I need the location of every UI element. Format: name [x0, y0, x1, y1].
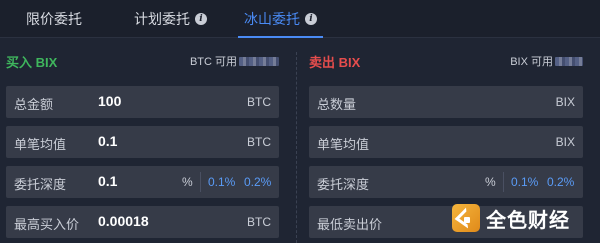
field-label: 委托深度 [317, 177, 370, 192]
divider [503, 172, 504, 192]
field-label: 单笔均值 [317, 137, 370, 152]
field-label: 委托深度 [14, 177, 67, 192]
masked-balance [555, 56, 583, 66]
buy-title: 买入 BIX [6, 55, 58, 70]
panel-divider [296, 52, 297, 243]
tab-label: 计划委托 [134, 11, 190, 27]
tab-plan-order[interactable]: 计划委托 i [134, 0, 207, 38]
masked-balance [239, 56, 279, 66]
order-type-tabs: 限价委托 计划委托 i 冰山委托 i [0, 0, 600, 38]
watermark-text: 全色财经 [486, 209, 570, 232]
quick-depth-0-2-button[interactable]: 0.2% [547, 175, 574, 189]
field-unit: % [182, 175, 193, 189]
btc-available: BTC 可用 [190, 53, 279, 69]
avg-per-order-input[interactable]: 单笔均值 BIX [309, 126, 583, 158]
field-value: 0.00018 [98, 213, 149, 229]
field-label: 最高买入价 [14, 217, 80, 232]
max-buy-price-input[interactable]: 最高买入价 0.00018 BTC [6, 206, 279, 238]
field-label: 总金额 [14, 97, 54, 112]
quick-depth-0-2-button[interactable]: 0.2% [244, 175, 271, 189]
field-unit: BIX [555, 135, 575, 149]
available-label: BIX 可用 [510, 56, 553, 68]
field-unit: BTC [247, 215, 271, 229]
quick-depth-0-1-button[interactable]: 0.1% [511, 175, 538, 189]
field-value: 100 [98, 93, 122, 109]
tab-limit-order[interactable]: 限价委托 [26, 0, 82, 38]
tab-label: 限价委托 [26, 11, 82, 27]
sell-title: 卖出 BIX [309, 55, 361, 70]
tab-iceberg-order[interactable]: 冰山委托 i [238, 0, 323, 38]
info-icon[interactable]: i [305, 13, 317, 25]
tab-label: 冰山委托 [244, 11, 300, 27]
quick-depth-0-1-button[interactable]: 0.1% [208, 175, 235, 189]
field-label: 总数量 [317, 97, 357, 112]
order-depth-input[interactable]: 委托深度 0.1 % 0.1% 0.2% [6, 166, 279, 198]
avg-per-order-input[interactable]: 单笔均值 0.1 BTC [6, 126, 279, 158]
field-unit: BTC [247, 95, 271, 109]
jinse-logo-icon [452, 204, 480, 232]
field-unit: % [485, 175, 496, 189]
field-value: 0.1 [98, 173, 118, 189]
bix-available: BIX 可用 [510, 53, 583, 69]
total-amount-input[interactable]: 总金额 100 BTC [6, 86, 279, 118]
order-depth-input[interactable]: 委托深度 % 0.1% 0.2% [309, 166, 583, 198]
field-value: 0.1 [98, 133, 118, 149]
info-icon[interactable]: i [195, 13, 207, 25]
sell-panel-header: 卖出 BIX BIX 可用 [309, 50, 583, 70]
available-label: BTC 可用 [189, 56, 237, 68]
watermark: 全色财经 [452, 200, 592, 236]
field-label: 单笔均值 [14, 137, 67, 152]
field-label: 最低卖出价 [317, 217, 383, 232]
buy-panel: 买入 BIX BTC 可用 总金额 100 BTC 单笔均值 0.1 BTC 委… [6, 38, 279, 243]
buy-panel-header: 买入 BIX BTC 可用 [6, 50, 279, 70]
divider [200, 172, 201, 192]
field-unit: BTC [247, 135, 271, 149]
field-unit: BIX [555, 95, 575, 109]
total-quantity-input[interactable]: 总数量 BIX [309, 86, 583, 118]
